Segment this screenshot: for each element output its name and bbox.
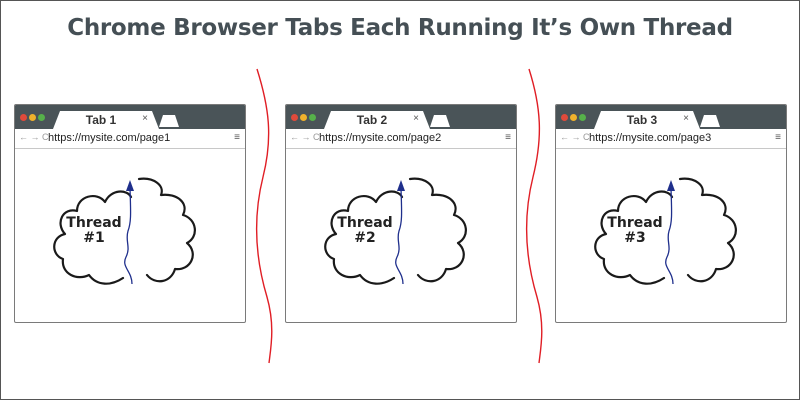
url-field[interactable]: https://mysite.com/page3	[589, 132, 772, 145]
close-window-dot-icon[interactable]	[20, 114, 27, 121]
tab-3[interactable]: Tab 3 ×	[594, 111, 700, 129]
thread-cloud-graphic	[594, 177, 737, 285]
hamburger-menu-icon[interactable]: ≡	[234, 132, 240, 143]
thread-arrowhead	[397, 180, 405, 191]
hamburger-menu-icon[interactable]: ≡	[775, 132, 781, 143]
thread-label-line1: Thread	[607, 215, 663, 231]
thread-label: Thread #2	[330, 216, 400, 246]
new-tab-button[interactable]	[159, 115, 179, 127]
new-tab-button[interactable]	[430, 115, 450, 127]
close-window-dot-icon[interactable]	[561, 114, 568, 121]
thread-label-line2: #1	[83, 230, 105, 246]
tab-2[interactable]: Tab 2 ×	[324, 111, 430, 129]
tab-label: Tab 2	[356, 113, 388, 127]
thread-cloud-graphic	[53, 177, 196, 285]
browser-window-1: Tab 1 × ← → C https://mysite.com/page1 ≡…	[14, 104, 246, 323]
thread-label-line1: Thread	[66, 215, 122, 231]
maximize-window-dot-icon[interactable]	[579, 114, 586, 121]
cloud-outline	[678, 177, 737, 283]
new-tab-button[interactable]	[700, 115, 720, 127]
thread-cloud-graphic	[324, 177, 467, 285]
thread-label-line2: #2	[354, 230, 376, 246]
diagram-canvas: Chrome Browser Tabs Each Running It’s Ow…	[0, 0, 800, 400]
address-bar: ← → C https://mysite.com/page1 ≡	[15, 129, 245, 149]
navigation-icons[interactable]: ← → C	[290, 132, 320, 142]
minimize-window-dot-icon[interactable]	[300, 114, 307, 121]
navigation-icons[interactable]: ← → C	[19, 132, 49, 142]
tab-bar: Tab 1 ×	[15, 105, 245, 129]
browser-window-3: Tab 3 × ← → C https://mysite.com/page3 ≡…	[555, 104, 787, 323]
thread-arrowhead	[126, 180, 134, 191]
url-field[interactable]: https://mysite.com/page1	[48, 132, 231, 145]
address-bar: ← → C https://mysite.com/page3 ≡	[556, 129, 786, 149]
page-content: Thread #2	[286, 149, 516, 322]
maximize-window-dot-icon[interactable]	[309, 114, 316, 121]
maximize-window-dot-icon[interactable]	[38, 114, 45, 121]
address-bar: ← → C https://mysite.com/page2 ≡	[286, 129, 516, 149]
tab-bar: Tab 2 ×	[286, 105, 516, 129]
thread-label-line1: Thread	[337, 215, 393, 231]
thread-label: Thread #1	[59, 216, 129, 246]
tab-close-icon[interactable]: ×	[413, 113, 419, 124]
tab-close-icon[interactable]: ×	[683, 113, 689, 124]
thread-label-line2: #3	[624, 230, 646, 246]
thread-arrowhead	[667, 180, 675, 191]
page-content: Thread #3	[556, 149, 786, 322]
browser-window-2: Tab 2 × ← → C https://mysite.com/page2 ≡…	[285, 104, 517, 323]
minimize-window-dot-icon[interactable]	[29, 114, 36, 121]
navigation-icons[interactable]: ← → C	[560, 132, 590, 142]
tab-label: Tab 3	[626, 113, 658, 127]
tab-bar: Tab 3 ×	[556, 105, 786, 129]
page-title: Chrome Browser Tabs Each Running It’s Ow…	[67, 15, 733, 41]
url-field[interactable]: https://mysite.com/page2	[319, 132, 502, 145]
close-window-dot-icon[interactable]	[291, 114, 298, 121]
cloud-outline	[137, 177, 196, 283]
page-content: Thread #1	[15, 149, 245, 322]
tab-1[interactable]: Tab 1 ×	[53, 111, 159, 129]
thread-divider-line	[525, 68, 543, 364]
thread-label: Thread #3	[600, 216, 670, 246]
minimize-window-dot-icon[interactable]	[570, 114, 577, 121]
tab-close-icon[interactable]: ×	[142, 113, 148, 124]
tab-label: Tab 1	[85, 113, 117, 127]
cloud-outline	[408, 177, 467, 283]
hamburger-menu-icon[interactable]: ≡	[505, 132, 511, 143]
thread-divider-line	[255, 68, 273, 364]
